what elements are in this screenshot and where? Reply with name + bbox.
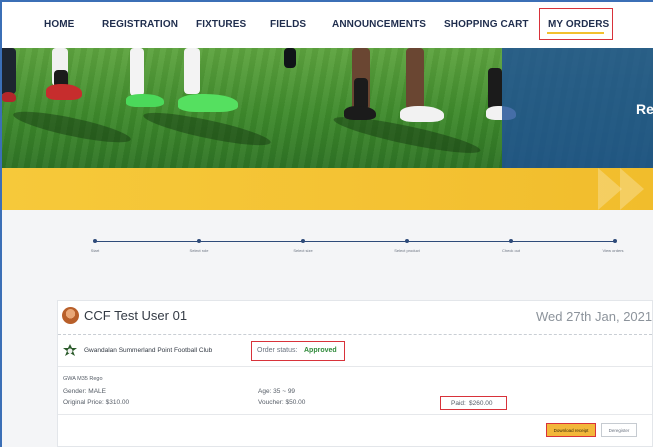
- player-leg: [2, 48, 16, 94]
- step-label: Start: [90, 248, 100, 253]
- order-status-value: Approved: [304, 347, 337, 354]
- chevron-decoration: [620, 168, 644, 210]
- highlight-annotation-my-orders: [539, 8, 613, 40]
- avatar: [62, 307, 79, 324]
- football-boot: [2, 92, 16, 102]
- paid-label: Paid:: [451, 400, 466, 407]
- age-value: Age: 35 ~ 99: [258, 388, 296, 395]
- gender-value: Gender: MALE: [63, 388, 106, 395]
- original-price: Original Price: $310.00: [63, 399, 130, 406]
- step-label: Select role: [189, 248, 209, 253]
- yellow-banner-band: [2, 168, 653, 210]
- deregister-button[interactable]: Deregister: [601, 423, 637, 437]
- paid-value: $260.00: [469, 400, 493, 407]
- step-dot: [93, 239, 97, 243]
- step-label: Select size: [293, 248, 313, 253]
- divider: [58, 414, 652, 415]
- player-leg: [488, 68, 502, 110]
- player-leg: [284, 48, 296, 68]
- step-dot: [405, 239, 409, 243]
- step-dot: [197, 239, 201, 243]
- user-name: CCF Test User 01: [84, 308, 188, 323]
- divider: [58, 334, 652, 335]
- football-boot: [126, 94, 164, 107]
- hero-title: Re: [636, 101, 653, 117]
- nav-announcements[interactable]: ANNOUNCEMENTS: [332, 19, 426, 30]
- hero-banner: Re: [2, 48, 653, 168]
- nav-fixtures[interactable]: FIXTURES: [196, 19, 246, 30]
- football-boot: [344, 106, 376, 120]
- voucher-value: Voucher: $50.00: [258, 399, 306, 406]
- step-dot: [613, 239, 617, 243]
- football-boot: [178, 94, 238, 112]
- chevron-decoration: [598, 168, 622, 210]
- step-label: Select product: [394, 248, 420, 253]
- stepper-track: [95, 241, 615, 242]
- step-label: View orders: [602, 248, 624, 253]
- football-boot: [46, 84, 82, 100]
- download-receipt-button[interactable]: Download receipt: [546, 423, 596, 437]
- nav-fields[interactable]: FIELDS: [270, 19, 306, 30]
- player-leg: [406, 48, 424, 110]
- order-status-label: Order status:: [257, 347, 298, 354]
- divider: [58, 366, 652, 367]
- step-dot: [509, 239, 513, 243]
- nav-shopping-cart[interactable]: SHOPPING CART: [444, 19, 529, 30]
- hero-overlay-panel: [502, 48, 653, 168]
- nav-home[interactable]: HOME: [44, 19, 74, 30]
- step-dot: [301, 239, 305, 243]
- club-name: Gwandalan Summerland Point Football Club: [84, 347, 213, 354]
- step-label: Check out: [501, 248, 521, 253]
- nav-registration[interactable]: REGISTRATION: [102, 19, 178, 30]
- player-leg: [130, 48, 144, 96]
- product-name: GWA M35 Rego: [63, 376, 103, 382]
- active-tab-underline: [547, 32, 604, 34]
- order-date: Wed 27th Jan, 2021: [536, 309, 653, 324]
- club-logo-icon: [63, 344, 77, 356]
- player-leg: [184, 48, 200, 94]
- football-boot: [400, 106, 444, 122]
